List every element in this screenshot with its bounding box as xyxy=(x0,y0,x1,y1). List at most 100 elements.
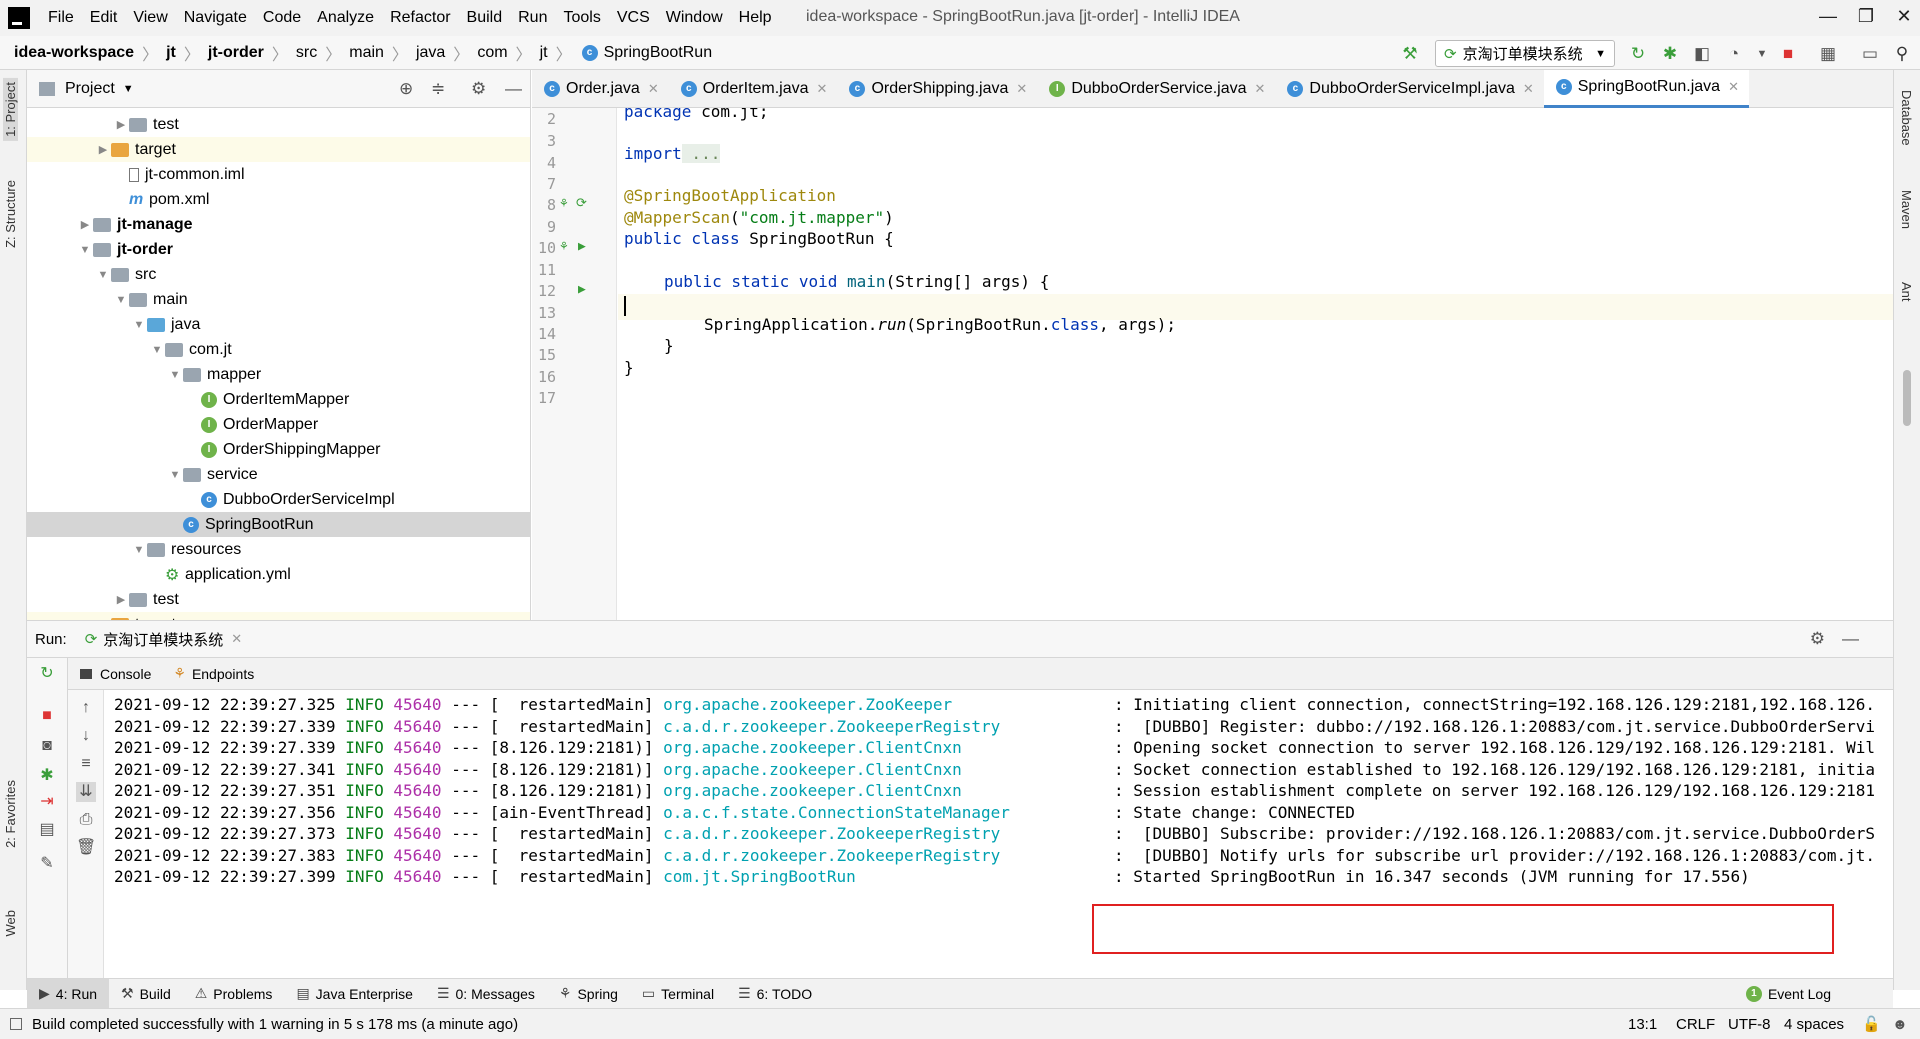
expanded-arrow-icon[interactable]: ▼ xyxy=(167,469,183,481)
menu-window[interactable]: Window xyxy=(658,9,731,27)
expanded-arrow-icon[interactable]: ▼ xyxy=(113,294,129,306)
chevron-down-icon[interactable]: ▼ xyxy=(123,83,134,95)
tree-node[interactable]: ▼ resources xyxy=(27,537,530,562)
expanded-arrow-icon[interactable]: ▼ xyxy=(131,319,147,331)
tree-node[interactable]: ▼ src xyxy=(27,262,530,287)
tree-node[interactable]: I OrderMapper xyxy=(27,412,530,437)
soft-wrap-icon[interactable]: ≡ xyxy=(76,754,96,774)
run-gutter-icon[interactable]: ▶ xyxy=(578,282,586,297)
pin-icon[interactable]: ✎ xyxy=(37,854,57,874)
spring-bean-icon[interactable]: ⚘ xyxy=(560,196,568,211)
web-tool-button[interactable]: Web xyxy=(3,910,18,937)
tab-java-enterprise[interactable]: ▤ Java Enterprise xyxy=(284,979,425,1009)
code-editor[interactable]: 12347891011121314151617⚘⟳⚘▶▶ ✓package co… xyxy=(532,108,1893,620)
menu-run[interactable]: Run xyxy=(510,9,555,27)
menu-help[interactable]: Help xyxy=(731,9,780,27)
breadcrumb-item[interactable]: idea-workspace xyxy=(14,44,134,62)
chevron-down-icon[interactable]: ▼ xyxy=(1752,44,1772,64)
tree-node[interactable]: I OrderItemMapper xyxy=(27,387,530,412)
menu-refactor[interactable]: Refactor xyxy=(382,9,458,27)
menu-view[interactable]: View xyxy=(125,9,175,27)
collapse-all-icon[interactable]: ≑ xyxy=(431,79,445,99)
tab-warning[interactable]: ⚠ Problems xyxy=(183,979,285,1009)
bug-icon[interactable]: ✱ xyxy=(37,766,57,786)
maven-tool-button[interactable]: Maven xyxy=(1899,190,1914,229)
close-icon[interactable]: ✕ xyxy=(231,631,242,647)
database-tool-button[interactable]: Database xyxy=(1899,90,1914,146)
scroll-to-end-icon[interactable]: ⇊ xyxy=(76,782,96,802)
tab-run[interactable]: ▶ 4: Run xyxy=(27,978,110,1009)
editor-tab[interactable]: c OrderShipping.java ✕ xyxy=(837,70,1037,108)
profile-icon[interactable]: ◔ xyxy=(1724,44,1744,64)
exit-icon[interactable]: ⇥ xyxy=(37,792,57,812)
tab-build[interactable]: ⚒ Build xyxy=(109,979,183,1009)
gear-icon[interactable]: ⚙ xyxy=(471,79,486,99)
collapsed-arrow-icon[interactable]: ▶ xyxy=(113,118,129,131)
stop-icon[interactable]: ■ xyxy=(37,706,57,726)
spring-bean-icon[interactable]: ⚘ xyxy=(560,239,568,254)
layout-icon[interactable]: ▤ xyxy=(37,820,57,840)
editor-tab[interactable]: I DubboOrderService.java ✕ xyxy=(1037,70,1275,108)
memory-icon[interactable]: ☻ xyxy=(1892,1016,1908,1033)
tab-console[interactable]: Console xyxy=(100,666,151,682)
close-icon[interactable]: ✕ xyxy=(1255,81,1266,97)
editor-tab[interactable]: c OrderItem.java ✕ xyxy=(669,70,838,108)
tree-node[interactable]: ▼ jt-order xyxy=(27,237,530,262)
run-config-select[interactable]: ⟳ 京淘订单模块系统 ▼ xyxy=(1435,40,1615,67)
hide-icon[interactable]: — xyxy=(505,79,522,99)
collapsed-arrow-icon[interactable]: ▶ xyxy=(113,593,129,606)
menu-navigate[interactable]: Navigate xyxy=(176,9,255,27)
close-icon[interactable]: ✕ xyxy=(1523,81,1534,97)
tree-node[interactable]: ▼ service xyxy=(27,462,530,487)
tree-node[interactable]: ▶ target xyxy=(27,137,530,162)
minimize-button[interactable]: — xyxy=(1808,6,1848,27)
maximize-button[interactable]: ❐ xyxy=(1846,6,1886,27)
caret-position[interactable]: 13:1 xyxy=(1628,1016,1657,1033)
collapsed-arrow-icon[interactable]: ▶ xyxy=(95,143,111,156)
tab-messages[interactable]: ☰ 0: Messages xyxy=(425,979,547,1009)
stop-icon[interactable]: ■ xyxy=(1778,44,1798,64)
ant-tool-button[interactable]: Ant xyxy=(1899,282,1914,302)
print-icon[interactable]: ⎙ xyxy=(76,810,96,830)
rerun-icon[interactable]: ↻ xyxy=(1628,44,1648,64)
tab-todo[interactable]: ☰ 6: TODO xyxy=(726,979,824,1009)
close-icon[interactable]: ✕ xyxy=(648,81,659,97)
project-tool-button[interactable]: 1: Project xyxy=(3,78,18,141)
tab-terminal[interactable]: ▭ Terminal xyxy=(630,979,726,1009)
breadcrumb-item[interactable]: jt xyxy=(540,44,548,62)
tree-node[interactable]: ▶ test xyxy=(27,587,530,612)
build-hammer-icon[interactable]: ⚒ xyxy=(1400,44,1420,64)
menu-file[interactable]: File xyxy=(40,9,82,27)
collapsed-arrow-icon[interactable]: ▶ xyxy=(77,218,93,231)
gear-icon[interactable]: ⚙ xyxy=(1810,629,1825,649)
editor-tab[interactable]: c Order.java ✕ xyxy=(532,70,669,108)
run-gutter-icon[interactable]: ▶ xyxy=(578,239,586,254)
status-toggle-icon[interactable] xyxy=(10,1018,22,1030)
menu-code[interactable]: Code xyxy=(255,9,309,27)
trash-icon[interactable]: 🗑 xyxy=(76,838,96,858)
project-view-select[interactable]: Project xyxy=(65,80,115,98)
run-tab-label[interactable]: 京淘订单模块系统 xyxy=(103,629,223,650)
tree-node[interactable]: c SpringBootRun xyxy=(27,512,530,537)
file-encoding[interactable]: UTF-8 xyxy=(1728,1016,1771,1033)
breadcrumb-item[interactable]: java xyxy=(416,44,445,62)
debug-icon[interactable]: ✱ xyxy=(1660,44,1680,64)
tree-node[interactable]: ▼ main xyxy=(27,287,530,312)
up-arrow-icon[interactable]: ↑ xyxy=(76,698,96,718)
menu-build[interactable]: Build xyxy=(459,9,511,27)
tab-event-log[interactable]: 1 Event Log xyxy=(1734,979,1843,1009)
close-icon[interactable]: ✕ xyxy=(817,81,828,97)
close-icon[interactable]: ✕ xyxy=(1016,81,1027,97)
layout-icon[interactable]: ▭ xyxy=(1860,44,1880,64)
editor-tab[interactable]: c SpringBootRun.java ✕ xyxy=(1543,69,1749,108)
lock-icon[interactable]: 🔓 xyxy=(1862,1015,1881,1033)
menu-edit[interactable]: Edit xyxy=(82,9,126,27)
expanded-arrow-icon[interactable]: ▼ xyxy=(77,244,93,256)
tree-node[interactable]: m pom.xml xyxy=(27,187,530,212)
tree-node[interactable]: c DubboOrderServiceImpl xyxy=(27,487,530,512)
status-message[interactable]: Build completed successfully with 1 warn… xyxy=(32,1016,518,1033)
expanded-arrow-icon[interactable]: ▼ xyxy=(149,344,165,356)
close-button[interactable]: ✕ xyxy=(1884,6,1920,27)
menu-tools[interactable]: Tools xyxy=(555,9,608,27)
structure-tool-button[interactable]: Z: Structure xyxy=(3,180,18,248)
